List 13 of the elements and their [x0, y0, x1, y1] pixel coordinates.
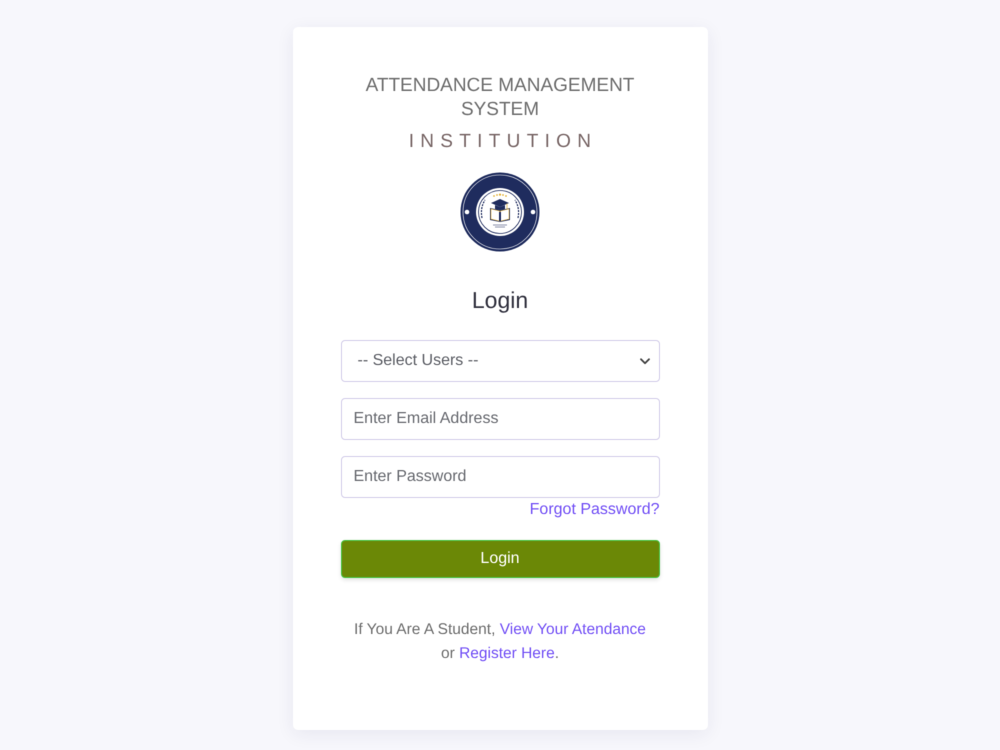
student-note: If You Are A Student, View Your Atendance or Register Here.: [353, 620, 647, 664]
user-select[interactable]: -- Select Users --: [340, 340, 660, 382]
forgot-password-link[interactable]: Forgot Password?: [530, 501, 660, 519]
login-button[interactable]: Login: [340, 540, 660, 578]
email-field[interactable]: Enter Email Address: [340, 398, 660, 440]
register-link[interactable]: Register Here: [459, 645, 555, 662]
seal-logo-icon: [460, 172, 540, 252]
attendance-link[interactable]: View Your Atendance: [500, 621, 646, 638]
app-title: ATTENDANCE MANAGEMENT SYSTEM: [364, 74, 636, 122]
chevron-down-icon: [640, 358, 650, 364]
login-heading: Login: [472, 286, 528, 314]
institution-label: INSTITUTION: [408, 130, 598, 154]
password-field[interactable]: Enter Password: [340, 456, 660, 498]
